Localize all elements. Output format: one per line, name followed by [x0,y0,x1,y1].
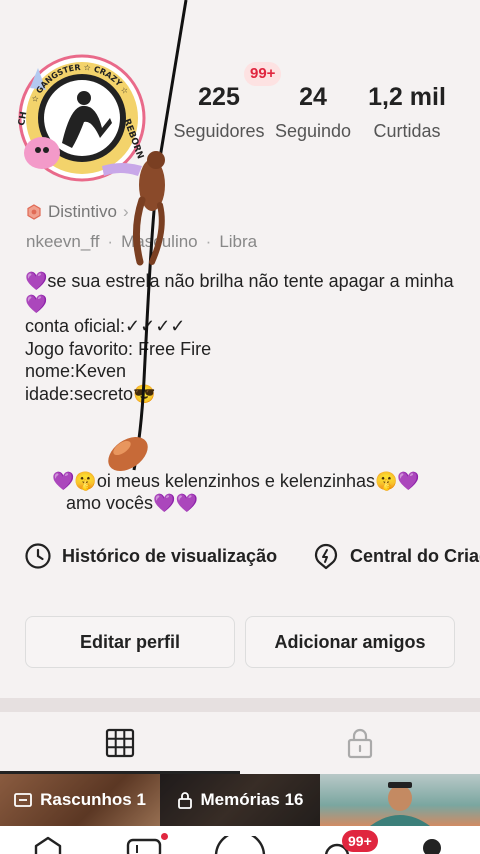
following-stat[interactable]: 24 Seguindo [272,82,354,142]
likes-label: Curtidas [373,121,441,141]
video-thumbnail-image [370,782,430,826]
drafts-icon [14,793,32,807]
profile-meta-row: nkeevn_ff · Masculino · Libra [26,232,257,252]
video-thumbnail[interactable] [320,774,480,826]
creator-center-link[interactable]: Central do Criad [312,542,480,570]
content-tabs [0,712,480,774]
view-history-link[interactable]: Histórico de visualização [24,542,277,570]
game-controller-icon[interactable] [126,836,162,854]
grid-icon [105,728,135,758]
profile-icon[interactable] [420,836,444,854]
memories-label: Memórias 16 [200,790,304,809]
followers-stat[interactable]: 225 Seguidores [168,82,270,142]
chevron-right-icon: › [122,202,129,221]
section-divider [0,698,480,712]
distintivo-link[interactable]: Distintivo › [26,202,129,222]
followers-label: Seguidores [173,121,265,141]
lock-icon [347,728,373,759]
clock-icon [25,543,51,569]
lock-icon [177,792,192,809]
bio-line: idade:secreto😎 [25,383,156,404]
tab-videos[interactable] [0,712,240,774]
separator-dot: · [107,232,114,251]
lightning-bulb-icon [314,543,338,570]
creator-center-label: Central do Criad [350,545,480,566]
drafts-label: Rascunhos 1 [40,790,146,809]
profile-bio: 💜se sua estrela não brilha não tente apa… [25,270,465,405]
home-icon[interactable] [32,836,64,854]
gender: Masculino [121,232,198,251]
bio-line: conta oficial:✓✓✓✓ [25,316,186,336]
new-activity-dot [161,833,168,840]
avatar-logo-image: ☆ GANGSTER ☆ CRAZY ☆ REBORN CH [17,54,146,182]
following-count: 24 [299,83,327,111]
add-friends-button[interactable]: Adicionar amigos [245,616,455,668]
create-post-icon[interactable] [214,836,266,854]
bio-line: Jogo favorito: Free Fire [25,338,212,359]
profile-avatar[interactable]: ☆ GANGSTER ☆ CRAZY ☆ REBORN CH [12,48,152,188]
distintivo-label: Distintivo [48,202,117,221]
following-label: Seguindo [274,121,352,141]
edit-profile-button[interactable]: Editar perfil [25,616,235,668]
inbox-badge: 99+ [342,830,378,852]
bio-line: nome:Keven [25,361,127,381]
bio-greeting: 💜🤫oi meus kelenzinhos e kelenzinhas🤫💜 am… [52,470,472,514]
badge-hex-icon [27,204,41,220]
greeting-line: 💜🤫oi meus kelenzinhos e kelenzinhas🤫💜 [52,471,420,491]
drafts-tile[interactable]: Rascunhos 1 [0,774,160,826]
view-history-label: Histórico de visualização [62,545,278,566]
separator-dot: · [205,232,212,251]
tab-private[interactable] [240,712,480,774]
zodiac-sign: Libra [219,232,258,251]
followers-count: 225 [198,83,240,111]
greeting-line: amo vocês💜💜 [66,493,198,513]
memories-tile[interactable]: Memórias 16 [160,774,320,826]
likes-stat[interactable]: 1,2 mil Curtidas [364,82,450,142]
bottom-navigation [0,826,480,854]
username: nkeevn_ff [26,232,100,251]
likes-count: 1,2 mil [368,83,446,111]
bio-line: 💜se sua estrela não brilha não tente apa… [25,271,454,314]
